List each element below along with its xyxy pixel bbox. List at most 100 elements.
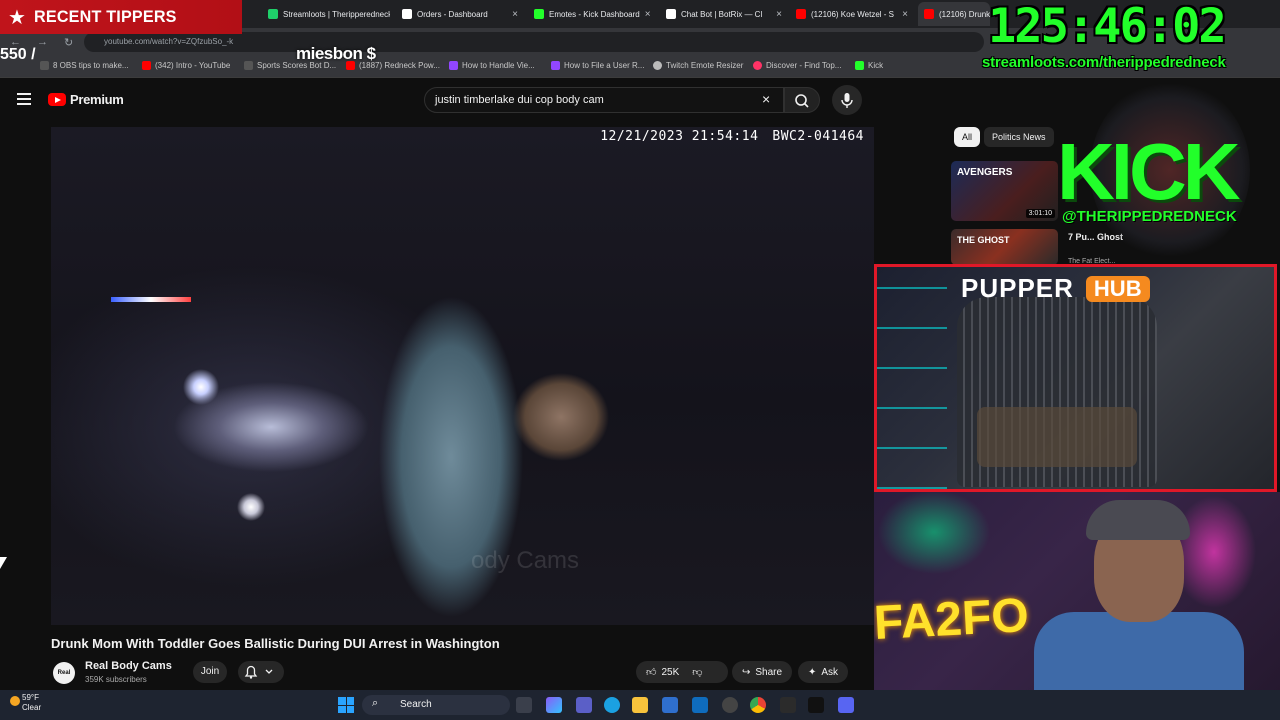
file-explorer-icon[interactable] xyxy=(632,697,648,713)
bookmark-label: Kick xyxy=(868,61,884,70)
url-field[interactable]: youtube.com/watch?v=ZQfzubSo_-k xyxy=(84,32,984,52)
weather-widget[interactable]: 59°F Clear xyxy=(10,693,41,713)
bodycam-id: BWC2-041464 xyxy=(772,129,864,144)
bookmark-label: (342) Intro - YouTube xyxy=(155,61,231,70)
share-button[interactable]: ↪ Share xyxy=(732,661,793,683)
microphone-icon xyxy=(841,93,853,108)
bookmark-item[interactable]: (342) Intro - YouTube xyxy=(142,61,230,70)
bookmark-label: Twitch Emote Resizer xyxy=(666,61,744,70)
tab-orders[interactable]: Orders - Dashboard × xyxy=(396,2,524,26)
bookmark-item[interactable]: Kick xyxy=(855,61,883,70)
sparkle-icon: ✦ xyxy=(808,666,817,678)
tab-koe-wetzel[interactable]: (12106) Koe Wetzel - S × xyxy=(790,2,914,26)
chip-politics-news[interactable]: Politics News xyxy=(984,127,1054,147)
youtube-icon xyxy=(924,9,934,19)
channel-avatar[interactable]: Real xyxy=(53,662,75,684)
tipper-scroll-amount: 550 / xyxy=(0,46,36,63)
video-player[interactable]: 12/21/2023 21:54:14 BWC2-041464 ody Cams xyxy=(51,127,874,625)
join-button[interactable]: Join xyxy=(193,661,227,683)
video-duration: 3:01:10 xyxy=(1025,209,1055,218)
bookmark-item[interactable]: Twitch Emote Resizer xyxy=(653,61,743,70)
streamloots-icon xyxy=(268,9,278,19)
bookmark-item[interactable]: Discover - Find Top... xyxy=(753,61,841,70)
youtube-header: Premium justin timberlake dui cop body c… xyxy=(0,80,1280,120)
thumbnail-text: THE GHOST xyxy=(957,235,1010,245)
tab-title: Chat Bot | BotRix — Cl xyxy=(681,9,763,19)
search-button[interactable] xyxy=(784,87,820,113)
channel-watermark: ody Cams xyxy=(471,547,580,574)
store-icon[interactable] xyxy=(662,697,678,713)
bookmark-item[interactable]: 8 OBS tips to make... xyxy=(40,61,129,70)
tab-title: (12106) Drunk xyxy=(939,9,990,19)
chrome-icon[interactable] xyxy=(750,697,766,713)
notification-bell-button[interactable] xyxy=(238,661,284,683)
kick-handle: @THERIPPEDREDNECK xyxy=(1062,208,1237,225)
orders-icon xyxy=(402,9,412,19)
dog-bed xyxy=(977,407,1137,467)
tab-emotes[interactable]: Emotes - Kick Dashboard × xyxy=(528,2,656,26)
outlook-icon[interactable] xyxy=(692,697,708,713)
weather-sun-icon xyxy=(10,696,20,706)
edge-icon[interactable] xyxy=(604,697,620,713)
recent-tippers-title: RECENT TIPPERS xyxy=(33,7,177,26)
recommendation-thumbnail[interactable]: THE GHOST xyxy=(951,229,1058,265)
forward-icon[interactable]: → xyxy=(37,36,48,49)
close-icon[interactable]: × xyxy=(902,9,908,20)
thumbs-up-icon[interactable]: 👍︎ xyxy=(646,666,656,678)
task-view-icon[interactable] xyxy=(516,697,532,713)
recommendation-thumbnail[interactable]: AVENGERS 3:01:10 xyxy=(951,161,1058,221)
kick-icon xyxy=(855,61,864,70)
copilot-icon[interactable] xyxy=(546,697,562,713)
ask-label: Ask xyxy=(821,666,839,678)
youtube-logo[interactable]: Premium xyxy=(48,92,124,107)
thumbs-down-icon[interactable]: 👎︎ xyxy=(692,666,702,678)
tab-title: (12106) Koe Wetzel - S xyxy=(811,9,895,19)
neon-lights xyxy=(877,267,947,489)
search-input[interactable]: justin timberlake dui cop body cam xyxy=(424,87,784,113)
botrix-icon xyxy=(666,9,676,19)
discord-icon[interactable] xyxy=(838,697,854,713)
menu-icon[interactable] xyxy=(17,93,31,105)
close-icon[interactable]: × xyxy=(776,9,782,20)
tab-streamloots[interactable]: Streamloots | Theripperedneck × xyxy=(262,2,390,26)
clear-search-icon[interactable]: × xyxy=(762,91,770,107)
star-icon: ★ xyxy=(8,6,26,29)
globe-icon xyxy=(653,61,662,70)
voice-search-button[interactable] xyxy=(832,85,862,115)
streamer-cap xyxy=(1086,500,1190,540)
bookmark-label: Discover - Find Top... xyxy=(766,61,842,70)
chip-all[interactable]: All xyxy=(954,127,981,147)
bookmark-item[interactable]: How to Handle Vie... xyxy=(449,61,535,70)
obs-icon[interactable] xyxy=(722,697,738,713)
bodycam-timestamp: 12/21/2023 21:54:14 xyxy=(600,129,759,144)
windows-start-icon[interactable] xyxy=(338,697,354,713)
taskbar-search-label: Search xyxy=(400,699,432,710)
tab-drunk-active[interactable]: (12106) Drunk xyxy=(918,2,990,26)
pupper-hub-logo: PUPPER HUB xyxy=(961,273,1150,304)
terminal-icon[interactable] xyxy=(808,697,824,713)
streamloots-url: streamloots.com/therippedredneck xyxy=(982,54,1226,71)
kick-logo: KICK xyxy=(1057,127,1241,216)
video-title: Drunk Mom With Toddler Goes Ballistic Du… xyxy=(51,636,500,651)
channel-name[interactable]: Real Body Cams xyxy=(85,660,172,672)
tab-title: Streamloots | Theripperedneck xyxy=(283,9,390,19)
logo-text: Premium xyxy=(70,92,124,107)
close-icon[interactable]: × xyxy=(512,9,518,20)
taskbar-search[interactable]: ⌕ Search xyxy=(362,695,510,715)
close-icon[interactable]: × xyxy=(645,9,651,20)
tab-botrix[interactable]: Chat Bot | BotRix — Cl × xyxy=(660,2,788,26)
ask-button[interactable]: ✦ Ask xyxy=(798,661,849,683)
streamer-webcam: FA2FO xyxy=(874,492,1280,704)
reload-icon[interactable]: ↻ xyxy=(64,36,73,49)
mouse-cursor xyxy=(0,557,7,569)
share-icon: ↪ xyxy=(742,666,751,678)
hub-text: HUB xyxy=(1085,275,1150,302)
bookmark-item[interactable]: How to File a User R... xyxy=(551,61,644,70)
teams-icon[interactable] xyxy=(576,697,592,713)
police-lightbar xyxy=(111,297,191,302)
neon-sign: FA2FO xyxy=(874,588,1030,651)
stream-timer: 125:46:02 xyxy=(988,0,1227,54)
kick-icon xyxy=(534,9,544,19)
like-count[interactable]: 25K xyxy=(661,667,679,678)
app-icon[interactable] xyxy=(780,697,796,713)
